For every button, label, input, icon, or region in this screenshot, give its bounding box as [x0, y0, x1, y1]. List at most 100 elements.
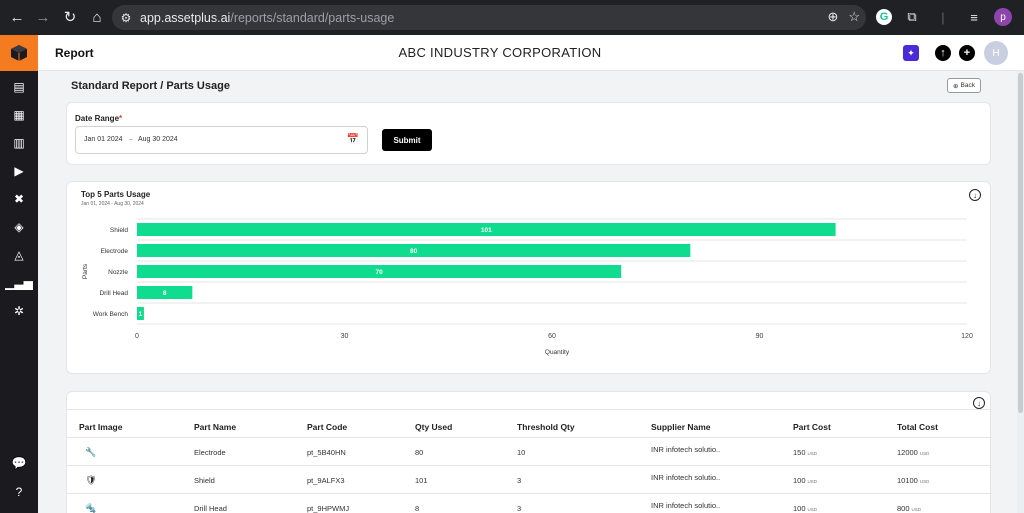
inventory-icon[interactable]: ◈: [11, 219, 27, 235]
column-header: Part Image: [79, 422, 123, 432]
threshold-qty-cell: 3: [517, 504, 522, 513]
part-code-cell: pt_9ALFX3: [307, 476, 345, 485]
parts-usage-chart-card: Top 5 Parts Usage Jan 01, 2024 - Aug 30,…: [66, 181, 991, 374]
home-icon[interactable]: ⌂: [84, 4, 110, 30]
supplier-name-cell: INR infotech solutio..: [651, 473, 721, 482]
ai-assistant-icon[interactable]: ✦: [903, 45, 919, 61]
qty-used-cell: 101: [415, 476, 428, 485]
x-tick-label: 0: [135, 333, 139, 340]
part-cost-cell: 100 USD: [793, 504, 818, 513]
part-cost-cell: 100 USD: [793, 476, 818, 485]
help-icon[interactable]: ?: [11, 484, 27, 500]
assetplus-logo[interactable]: [0, 35, 38, 71]
part-code-cell: pt_9HPWMJ: [307, 504, 350, 513]
grammarly-extension-icon[interactable]: G: [876, 9, 892, 25]
back-arrow-icon[interactable]: ←: [4, 4, 30, 30]
column-header: Threshold Qty: [517, 422, 575, 432]
profile-avatar[interactable]: p: [994, 8, 1012, 26]
column-header: Supplier Name: [651, 422, 711, 432]
submit-button[interactable]: Submit: [382, 129, 432, 151]
tools-icon[interactable]: ✖: [11, 191, 27, 207]
part-image-thumbnail: 🔧: [85, 446, 97, 457]
column-header: Part Name: [194, 422, 237, 432]
table-row[interactable]: 🔧 Electrode pt_5B40HN 80 10 INR infotech solu…: [67, 438, 992, 466]
breadcrumb: Standard Report / Parts Usage: [71, 80, 230, 92]
qty-used-cell: 80: [415, 448, 424, 457]
category-label: Nozzle: [108, 269, 128, 276]
app-sidebar: ▤ ▦ ▥ ▶ ✖ ◈ ◬ ▁▃▅ ✲ 💬 ?: [0, 35, 38, 513]
company-name: ABC INDUSTRY CORPORATION: [398, 45, 602, 60]
date-range-input[interactable]: Jan 01 2024 – Aug 30 2024 📅: [75, 126, 368, 154]
part-name-cell: Electrode: [194, 448, 226, 457]
address-bar[interactable]: ⚙ app.assetplus.ai/reports/standard/part…: [112, 5, 866, 30]
part-name-cell: Shield: [194, 476, 215, 485]
part-image-thumbnail: 🔩: [85, 502, 97, 513]
calendar-icon[interactable]: 📅: [347, 134, 359, 145]
part-code-cell: pt_5B40HN: [307, 448, 346, 457]
reload-icon[interactable]: ↻: [57, 4, 83, 30]
browser-toolbar: ← → ↻ ⌂ ⚙ app.assetplus.ai/reports/stand…: [0, 0, 1024, 35]
category-label: Work Bench: [93, 311, 129, 318]
bookmark-star-icon[interactable]: ☆: [848, 9, 860, 25]
calendar-icon[interactable]: ▥: [11, 135, 27, 151]
settings-gear-icon[interactable]: ✲: [11, 303, 27, 319]
column-header: Total Cost: [897, 422, 938, 432]
alarm-icon[interactable]: ◬: [11, 247, 27, 263]
back-button[interactable]: ⊕ Back: [947, 78, 981, 93]
bar-chart: Shield 101 Electrode 80 Nozzle 70 Drill Head 8 W…: [82, 218, 973, 356]
end-date: Aug 30 2024: [138, 136, 178, 143]
date-separator: –: [129, 136, 133, 143]
supplier-name-cell: INR infotech solutio..: [651, 445, 721, 454]
app-header: Report ABC INDUSTRY CORPORATION ✦ ↑ + H: [38, 35, 1024, 71]
upload-arrow-icon[interactable]: ↑: [935, 45, 951, 61]
x-tick-label: 90: [756, 333, 764, 340]
scrollbar-thumb[interactable]: [1018, 73, 1023, 413]
table-download-icon[interactable]: ↓: [973, 397, 985, 409]
table-row[interactable]: 🛡 Shield pt_9ALFX3 101 3 INR infotech solutio…: [67, 466, 992, 494]
threshold-qty-cell: 10: [517, 448, 526, 457]
x-tick-label: 60: [548, 333, 556, 340]
part-image-thumbnail: 🛡: [85, 474, 97, 485]
url-text: app.assetplus.ai/reports/standard/parts-…: [140, 10, 395, 25]
user-avatar[interactable]: H: [984, 41, 1008, 65]
column-header: Part Code: [307, 422, 348, 432]
start-date: Jan 01 2024: [84, 136, 123, 143]
category-label: Electrode: [101, 248, 129, 255]
extensions-puzzle-icon[interactable]: ⧉: [901, 6, 923, 28]
divider: |: [941, 9, 945, 25]
back-circle-icon: ⊕: [953, 82, 959, 90]
total-cost-cell: 800 USD: [897, 504, 922, 513]
total-cost-cell: 10100 USD: [897, 476, 930, 485]
add-icon[interactable]: +: [959, 45, 975, 61]
supplier-name-cell: INR infotech solutio..: [651, 501, 721, 510]
y-axis-label: Parts: [82, 263, 89, 279]
media-queue-icon[interactable]: ≡: [963, 6, 985, 28]
part-cost-cell: 150 USD: [793, 448, 818, 457]
data-label: 1: [139, 311, 143, 318]
part-name-cell: Drill Head: [194, 504, 227, 513]
category-label: Shield: [110, 227, 128, 234]
parts-table-card: ↓ Part Image Part Name Part Code Qty Used Th…: [66, 391, 992, 513]
dashboard-icon[interactable]: ▤: [11, 79, 27, 95]
play-icon[interactable]: ▶: [11, 163, 27, 179]
data-label: 8: [163, 290, 167, 297]
category-label: Drill Head: [99, 290, 128, 297]
x-axis-label: Quantity: [545, 349, 570, 356]
date-range-label: Date Range*: [75, 114, 123, 123]
divider: [67, 409, 992, 410]
zoom-icon[interactable]: ⊕: [827, 9, 838, 25]
table-row[interactable]: 🔩 Drill Head pt_9HPWMJ 8 3 INR infotech solut…: [67, 494, 992, 513]
data-label: 101: [481, 227, 492, 234]
chat-icon[interactable]: 💬: [11, 455, 27, 471]
x-tick-label: 30: [341, 333, 349, 340]
total-cost-cell: 12000 USD: [897, 448, 930, 457]
threshold-qty-cell: 3: [517, 476, 522, 485]
site-settings-icon[interactable]: ⚙: [112, 11, 140, 25]
map-icon[interactable]: ▦: [11, 107, 27, 123]
page-scrollbar[interactable]: [1017, 71, 1024, 513]
back-label: Back: [960, 82, 975, 89]
reports-chart-icon[interactable]: ▁▃▅: [5, 275, 33, 291]
column-header: Qty Used: [415, 422, 453, 432]
data-label: 80: [410, 248, 418, 255]
forward-arrow-icon[interactable]: →: [30, 4, 56, 30]
